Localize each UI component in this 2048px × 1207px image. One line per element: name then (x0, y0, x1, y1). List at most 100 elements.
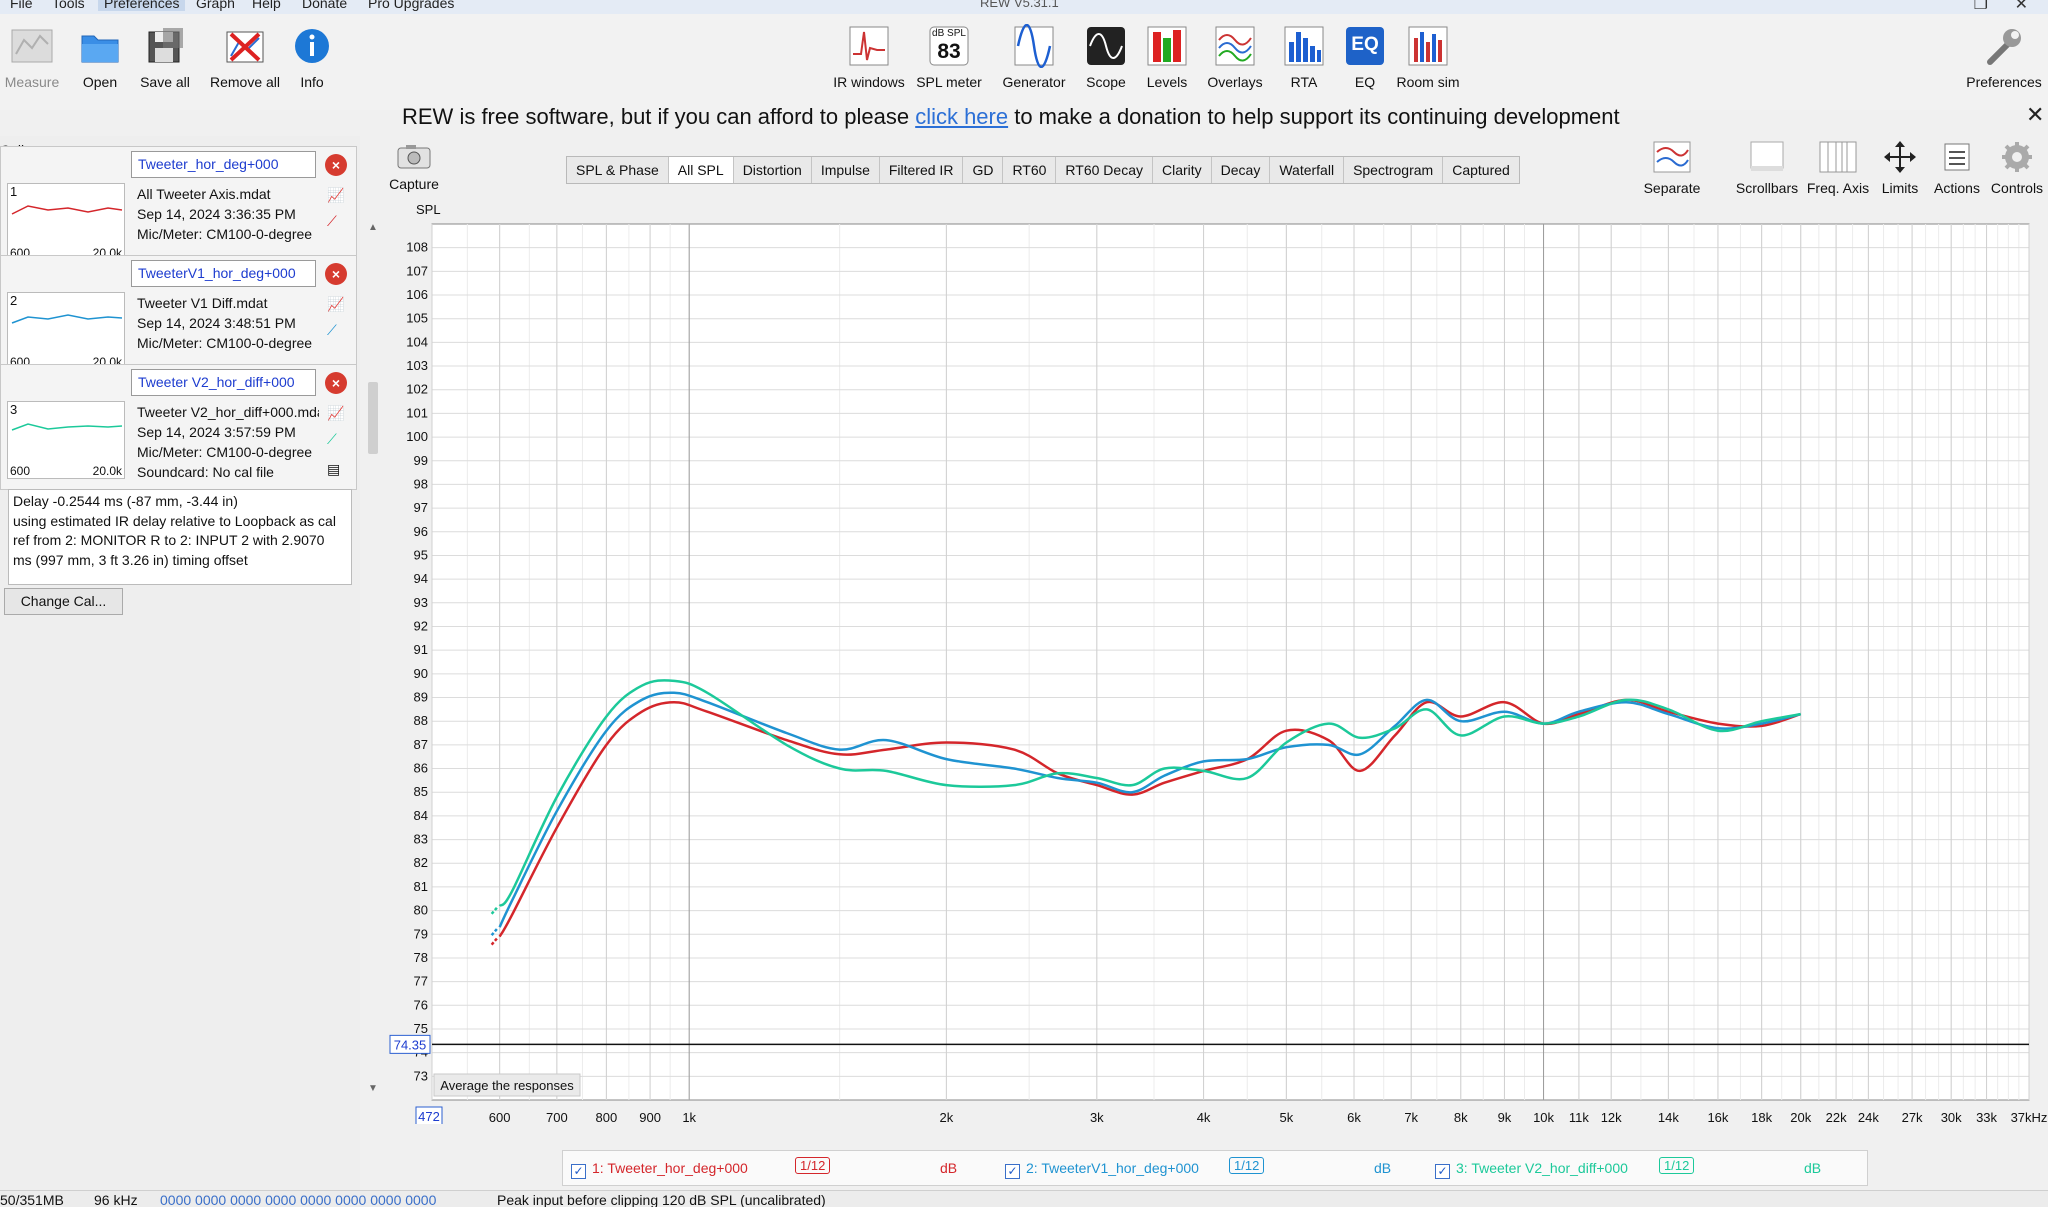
y-tick-label: 97 (414, 500, 428, 515)
measurement-card-1[interactable]: Tweeter_hor_deg+000 × 1 600 20.0k All Tw… (0, 146, 357, 261)
legend-unit: dB (1374, 1160, 1392, 1176)
change-cal-button[interactable]: Change Cal... (4, 588, 123, 615)
legend-checkbox[interactable]: ✓ (1005, 1164, 1020, 1179)
capture-button[interactable]: Capture (384, 142, 444, 192)
levels-icon (1145, 24, 1189, 68)
tab-rt60-decay[interactable]: RT60 Decay (1056, 157, 1153, 183)
legend-checkbox[interactable]: ✓ (1435, 1164, 1450, 1179)
smoothing-badge[interactable]: 1/12 (1229, 1157, 1265, 1174)
eq-icon-text: EQ (1351, 34, 1379, 55)
freq-axis-button[interactable]: Freq. Axis (1806, 140, 1870, 196)
menu-preferences[interactable]: Preferences (98, 0, 186, 11)
measurement-thumbnail[interactable]: 2 600 20.0k (7, 292, 125, 370)
measurement-name-field[interactable]: Tweeter_hor_deg+000 (131, 151, 316, 178)
tab-distortion[interactable]: Distortion (734, 157, 812, 183)
overlays-icon (1213, 24, 1257, 68)
tab-spectrogram[interactable]: Spectrogram (1344, 157, 1444, 183)
spl-meter-button[interactable]: dB SPL 83 SPL meter (909, 24, 989, 90)
measurement-notes[interactable]: Delay -0.2544 ms (-87 mm, -3.44 in) usin… (8, 489, 352, 585)
x-tick-label: 1k (682, 1110, 696, 1124)
x-tick-label: 900 (639, 1110, 661, 1124)
x-tick-label: 6k (1347, 1110, 1361, 1124)
tab-decay[interactable]: Decay (1212, 157, 1271, 183)
legend-checkbox[interactable]: ✓ (571, 1164, 586, 1179)
status-message: Peak input before clipping 120 dB SPL (u… (497, 1192, 826, 1207)
tab-impulse[interactable]: Impulse (812, 157, 880, 183)
tab-spl-phase[interactable]: SPL & Phase (567, 157, 669, 183)
x-tick-label: 11k (1569, 1110, 1589, 1124)
y-tick-label: 95 (414, 547, 428, 562)
x-tick-label: 33k (1976, 1110, 1997, 1124)
smoothing-badge[interactable]: 1/12 (795, 1157, 831, 1174)
measurement-thumbnail[interactable]: 1 600 20.0k (7, 183, 125, 261)
measurement-card-3[interactable]: Tweeter V2_hor_diff+000 × 3 600 20.0k Tw… (0, 364, 357, 490)
menu-file[interactable]: File (4, 0, 39, 11)
separate-icon (1652, 140, 1692, 174)
tab-filtered-ir[interactable]: Filtered IR (880, 157, 964, 183)
plot-area (431, 223, 2030, 1101)
measure-icon (10, 24, 54, 68)
controls-button[interactable]: Controls (1988, 140, 2046, 196)
main-toolbar: Measure Open Save all Remove all Info IR… (0, 14, 2048, 110)
separate-button[interactable]: Separate (1643, 140, 1701, 196)
ir-windows-button[interactable]: IR windows (829, 24, 909, 90)
tab-captured[interactable]: Captured (1443, 157, 1519, 183)
measurement-card-2[interactable]: TweeterV1_hor_deg+000 × 2 600 20.0k Twee… (0, 255, 357, 370)
freq-axis-icon (1818, 140, 1858, 174)
smoothing-badge[interactable]: 1/12 (1659, 1157, 1695, 1174)
x-tick-label: 12k (1601, 1110, 1622, 1124)
preferences-button[interactable]: Preferences (1962, 24, 2046, 90)
graph-legend: ✓ 1: Tweeter_hor_deg+000 1/12 dB ✓ 2: Twee… (562, 1150, 1868, 1186)
scrollbars-button[interactable]: Scrollbars (1732, 140, 1802, 196)
limits-arrows-icon (1880, 140, 1920, 174)
overlays-button[interactable]: Overlays (1195, 24, 1275, 90)
menu-donate[interactable]: Donate (296, 0, 353, 11)
donation-link[interactable]: click here (915, 104, 1008, 129)
legend-item-1[interactable]: ✓ 1: Tweeter_hor_deg+000 (571, 1160, 748, 1179)
room-sim-button[interactable]: Room sim (1388, 24, 1468, 90)
tab-clarity[interactable]: Clarity (1153, 157, 1212, 183)
actions-button[interactable]: Actions (1930, 140, 1984, 196)
measurement-name-field[interactable]: Tweeter V2_hor_diff+000 (131, 369, 316, 396)
y-axis-title: SPL (416, 202, 441, 217)
ir-windows-icon (847, 24, 891, 68)
y-tick-label: 103 (406, 358, 428, 373)
graph-tabs: SPL & Phase All SPL Distortion Impulse F… (566, 156, 1520, 184)
generator-icon (1012, 23, 1056, 69)
legend-item-2[interactable]: ✓ 2: TweeterV1_hor_deg+000 (1005, 1160, 1199, 1179)
average-responses-label: Average the responses (440, 1078, 574, 1093)
y-tick-label: 101 (406, 405, 428, 420)
close-icon[interactable]: ✕ (2026, 102, 2044, 128)
legend-item-3[interactable]: ✓ 3: Tweeter V2_hor_diff+000 (1435, 1160, 1628, 1179)
spl-meter-unit: dB SPL (932, 28, 966, 39)
x-tick-label: 16k (1707, 1110, 1728, 1124)
info-button[interactable]: Info (272, 24, 352, 90)
legend-unit: dB (1804, 1160, 1822, 1176)
tab-waterfall[interactable]: Waterfall (1270, 157, 1345, 183)
generator-button[interactable]: Generator (994, 23, 1074, 90)
sample-rate: 96 kHz (94, 1192, 138, 1207)
menu-tools[interactable]: Tools (46, 0, 91, 11)
spl-meter-icon: dB SPL 83 (927, 24, 971, 68)
y-tick-label: 108 (406, 240, 428, 255)
y-tick-label: 107 (406, 263, 428, 278)
actions-icon (1937, 140, 1977, 174)
limits-button[interactable]: Limits (1874, 140, 1926, 196)
measurement-thumbnail[interactable]: 3 600 20.0k (7, 401, 125, 479)
menu-graph[interactable]: Graph (190, 0, 241, 11)
delete-measurement-icon[interactable]: × (325, 154, 347, 176)
menu-help[interactable]: Help (246, 0, 287, 11)
tab-all-spl[interactable]: All SPL (668, 157, 734, 183)
menu-pro-upgrades[interactable]: Pro Upgrades (362, 0, 460, 11)
save-icon (143, 24, 187, 68)
y-tick-label: 98 (414, 476, 428, 491)
y-tick-label: 77 (414, 974, 428, 989)
y-tick-label: 87 (414, 737, 428, 752)
tab-gd[interactable]: GD (963, 157, 1004, 183)
window-controls[interactable]: ❐ ✕ (1974, 0, 2028, 14)
tab-rt60[interactable]: RT60 (1003, 157, 1057, 183)
wrench-icon (1982, 24, 2026, 68)
save-all-button[interactable]: Save all (125, 24, 205, 90)
measurement-name-field[interactable]: TweeterV1_hor_deg+000 (131, 260, 316, 287)
spl-graph[interactable]: 7374757677787980818283848586878889909192… (320, 196, 2048, 1124)
